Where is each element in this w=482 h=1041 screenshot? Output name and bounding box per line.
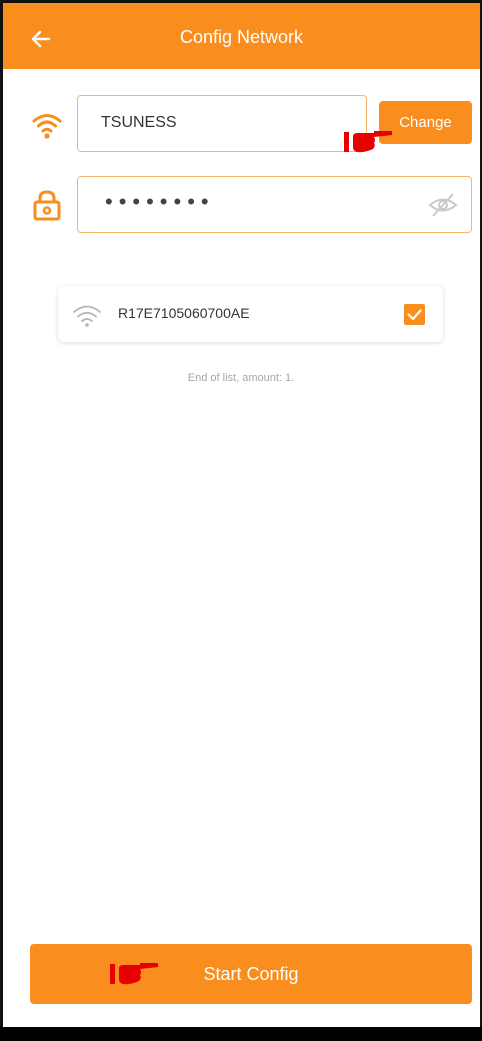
checkbox[interactable]	[404, 304, 425, 325]
frame-left	[0, 0, 3, 1041]
list-end-text: End of list, amount: 1.	[187, 372, 295, 384]
start-config-label: Start Config	[203, 964, 299, 984]
pointer-hand-icon	[110, 963, 158, 985]
home-indicator-bar	[0, 1027, 482, 1041]
page-title: Config Network	[179, 27, 304, 47]
wifi-icon	[32, 114, 62, 139]
eye-off-icon[interactable]	[427, 191, 459, 219]
password-value: ••••••••	[105, 189, 215, 214]
pointer-hand-icon	[344, 131, 392, 153]
lock-icon	[33, 190, 61, 221]
ssid-value: TSUNESS	[101, 114, 177, 131]
app-header: Config Network	[3, 3, 480, 69]
check-icon	[407, 309, 422, 321]
start-config-button[interactable]: Start Config	[30, 944, 472, 1004]
ssid-field[interactable]: TSUNESS	[77, 95, 367, 152]
device-name: R17E7105060700AE	[118, 305, 250, 321]
password-field[interactable]: ••••••••	[77, 176, 472, 233]
wifi-icon	[73, 305, 101, 327]
list-item[interactable]: R17E7105060700AE	[58, 286, 443, 342]
